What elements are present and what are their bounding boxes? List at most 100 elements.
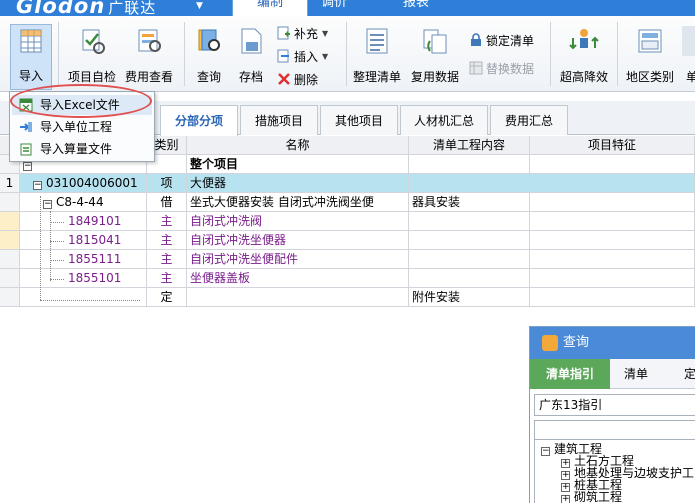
table-row-feature[interactable] bbox=[530, 288, 695, 307]
table-row-type[interactable]: 借 bbox=[147, 193, 187, 212]
replace-data-icon bbox=[469, 61, 483, 75]
tab-measures[interactable]: 措施项目 bbox=[240, 105, 318, 135]
table-row-type[interactable]: 主 bbox=[147, 212, 187, 231]
table-row-name[interactable]: 自闭式冲洗坐便配件 bbox=[187, 250, 409, 269]
table-row-feature[interactable] bbox=[530, 231, 695, 250]
menu-item-import-unit-project[interactable]: 导入单位工程 bbox=[12, 117, 152, 137]
import-unit-icon bbox=[20, 122, 32, 132]
table-row-feature[interactable] bbox=[530, 212, 695, 231]
feature-header[interactable]: 项目特征 bbox=[530, 136, 695, 155]
expand-icon[interactable]: + bbox=[561, 495, 570, 503]
table-row-feature[interactable] bbox=[530, 269, 695, 288]
supplement-button[interactable]: 补充 ▼ bbox=[277, 25, 328, 43]
row-number bbox=[0, 231, 20, 250]
query-panel-icon bbox=[542, 335, 558, 351]
table-row-name[interactable]: 自闭式冲洗坐便器 bbox=[187, 231, 409, 250]
tab-list[interactable]: 清单 bbox=[614, 359, 658, 389]
table-row-code[interactable]: −031004006001 bbox=[20, 174, 147, 193]
insert-icon bbox=[277, 49, 289, 63]
tree-connector bbox=[50, 260, 64, 261]
height-reduction-button[interactable]: 超高降效 bbox=[556, 26, 612, 88]
insert-chevron-down-icon[interactable]: ▼ bbox=[322, 52, 328, 61]
tree-node[interactable]: + 砌筑工程 bbox=[561, 491, 622, 503]
table-row-name[interactable]: 坐式大便器安装 自闭式冲洗阀坐便 bbox=[187, 193, 409, 212]
ribbon-divider bbox=[58, 22, 59, 86]
guide-select[interactable]: 广东13指引 bbox=[534, 394, 695, 416]
height-reduction-label: 超高降效 bbox=[559, 70, 608, 84]
fee-view-button[interactable]: 费用查看 bbox=[122, 26, 176, 88]
query-panel-title: 查询 bbox=[530, 327, 695, 359]
row-number: 1 bbox=[0, 174, 20, 193]
app-menu-chevron-down-icon[interactable]: ▼ bbox=[196, 0, 203, 12]
tab-labor-material-summary[interactable]: 人材机汇总 bbox=[400, 105, 488, 135]
table-row-content[interactable]: 附件安装 bbox=[409, 288, 530, 307]
collapse-icon[interactable]: − bbox=[541, 447, 550, 456]
tab-quota[interactable]: 定 bbox=[670, 359, 695, 389]
table-row-content[interactable] bbox=[409, 212, 530, 231]
supplement-chevron-down-icon[interactable]: ▼ bbox=[322, 29, 328, 38]
tab-report[interactable]: 报表 bbox=[390, 0, 442, 16]
self-check-icon bbox=[82, 29, 105, 54]
collapse-icon[interactable]: − bbox=[33, 181, 42, 190]
table-row-content[interactable] bbox=[409, 269, 530, 288]
query-button[interactable]: 查询 bbox=[190, 26, 228, 88]
cut-off-label: 单 bbox=[685, 70, 695, 84]
table-row-content[interactable] bbox=[409, 231, 530, 250]
lock-list-button[interactable]: 锁定清单 bbox=[469, 32, 534, 50]
insert-button[interactable]: 插入 ▼ bbox=[277, 48, 328, 66]
table-row-name[interactable] bbox=[187, 288, 409, 307]
table-row-type[interactable]: 主 bbox=[147, 250, 187, 269]
ribbon-divider bbox=[617, 22, 618, 86]
save-file-icon bbox=[241, 28, 262, 54]
table-row-content[interactable] bbox=[409, 155, 530, 174]
tab-list-guide[interactable]: 清单指引 bbox=[530, 359, 610, 389]
cut-off-button[interactable]: 单 bbox=[682, 26, 695, 88]
table-row-content[interactable] bbox=[409, 174, 530, 193]
table-row-name[interactable]: 整个项目 bbox=[187, 155, 409, 174]
delete-label: 删除 bbox=[294, 73, 319, 87]
organize-list-button[interactable]: 整理清单 bbox=[351, 26, 403, 88]
tree-connector bbox=[40, 300, 140, 301]
table-row-content[interactable]: 器具安装 bbox=[409, 193, 530, 212]
table-row-type[interactable]: 项 bbox=[147, 174, 187, 193]
replace-data-label: 替换数据 bbox=[486, 62, 535, 76]
table-row-type[interactable]: 定 bbox=[147, 288, 187, 307]
import-button[interactable]: 导入 bbox=[10, 24, 52, 90]
name-header[interactable]: 名称 bbox=[187, 136, 409, 155]
table-row-type[interactable]: 主 bbox=[147, 269, 187, 288]
table-row-name[interactable]: 大便器 bbox=[187, 174, 409, 193]
table-row-feature[interactable] bbox=[530, 193, 695, 212]
import-quantity-icon bbox=[20, 143, 32, 156]
table-row-name[interactable]: 自闭式冲洗阀 bbox=[187, 212, 409, 231]
query-search-input[interactable] bbox=[534, 420, 695, 440]
row-number bbox=[0, 193, 20, 212]
table-row-type[interactable]: 主 bbox=[147, 231, 187, 250]
table-row-feature[interactable] bbox=[530, 174, 695, 193]
reuse-data-button[interactable]: 复用数据 bbox=[409, 26, 461, 88]
table-row-feature[interactable] bbox=[530, 250, 695, 269]
tab-fee-summary[interactable]: 费用汇总 bbox=[490, 105, 568, 135]
query-label: 查询 bbox=[196, 70, 221, 84]
table-row-content[interactable] bbox=[409, 250, 530, 269]
collapse-icon[interactable]: − bbox=[23, 162, 32, 171]
collapse-icon[interactable]: − bbox=[43, 200, 52, 209]
tab-sub-items[interactable]: 分部分项 bbox=[160, 105, 238, 136]
query-tab-bar: 清单指引 清单 定 bbox=[530, 359, 695, 389]
query-panel: 查询 清单指引 清单 定 广东13指引 − 建筑工程 + 土石方工程 + 地基处理与边… bbox=[529, 326, 695, 503]
save-button[interactable]: 存档 bbox=[232, 26, 270, 88]
menu-item-import-quantity-file[interactable]: 导入算量文件 bbox=[12, 139, 152, 159]
self-check-button[interactable]: 项目自检 bbox=[66, 26, 118, 88]
save-label: 存档 bbox=[238, 70, 263, 84]
lock-list-label: 锁定清单 bbox=[486, 34, 535, 48]
tab-edit[interactable]: 编制 bbox=[232, 0, 308, 16]
tab-other-items[interactable]: 其他项目 bbox=[320, 105, 398, 135]
table-row-name[interactable]: 坐便器盖板 bbox=[187, 269, 409, 288]
table-row-feature[interactable] bbox=[530, 155, 695, 174]
region-category-button[interactable]: 地区类别 bbox=[622, 26, 678, 88]
menu-item-import-excel[interactable]: 导入Excel文件 bbox=[12, 95, 152, 115]
content-header[interactable]: 清单工程内容 bbox=[409, 136, 530, 155]
tab-adjust-price[interactable]: 调价 bbox=[308, 0, 360, 16]
delete-button[interactable]: 删除 bbox=[277, 71, 318, 89]
title-bar: Glodon 广联达 ▼ 编制 调价 报表 bbox=[0, 0, 695, 16]
region-category-icon bbox=[638, 29, 662, 53]
